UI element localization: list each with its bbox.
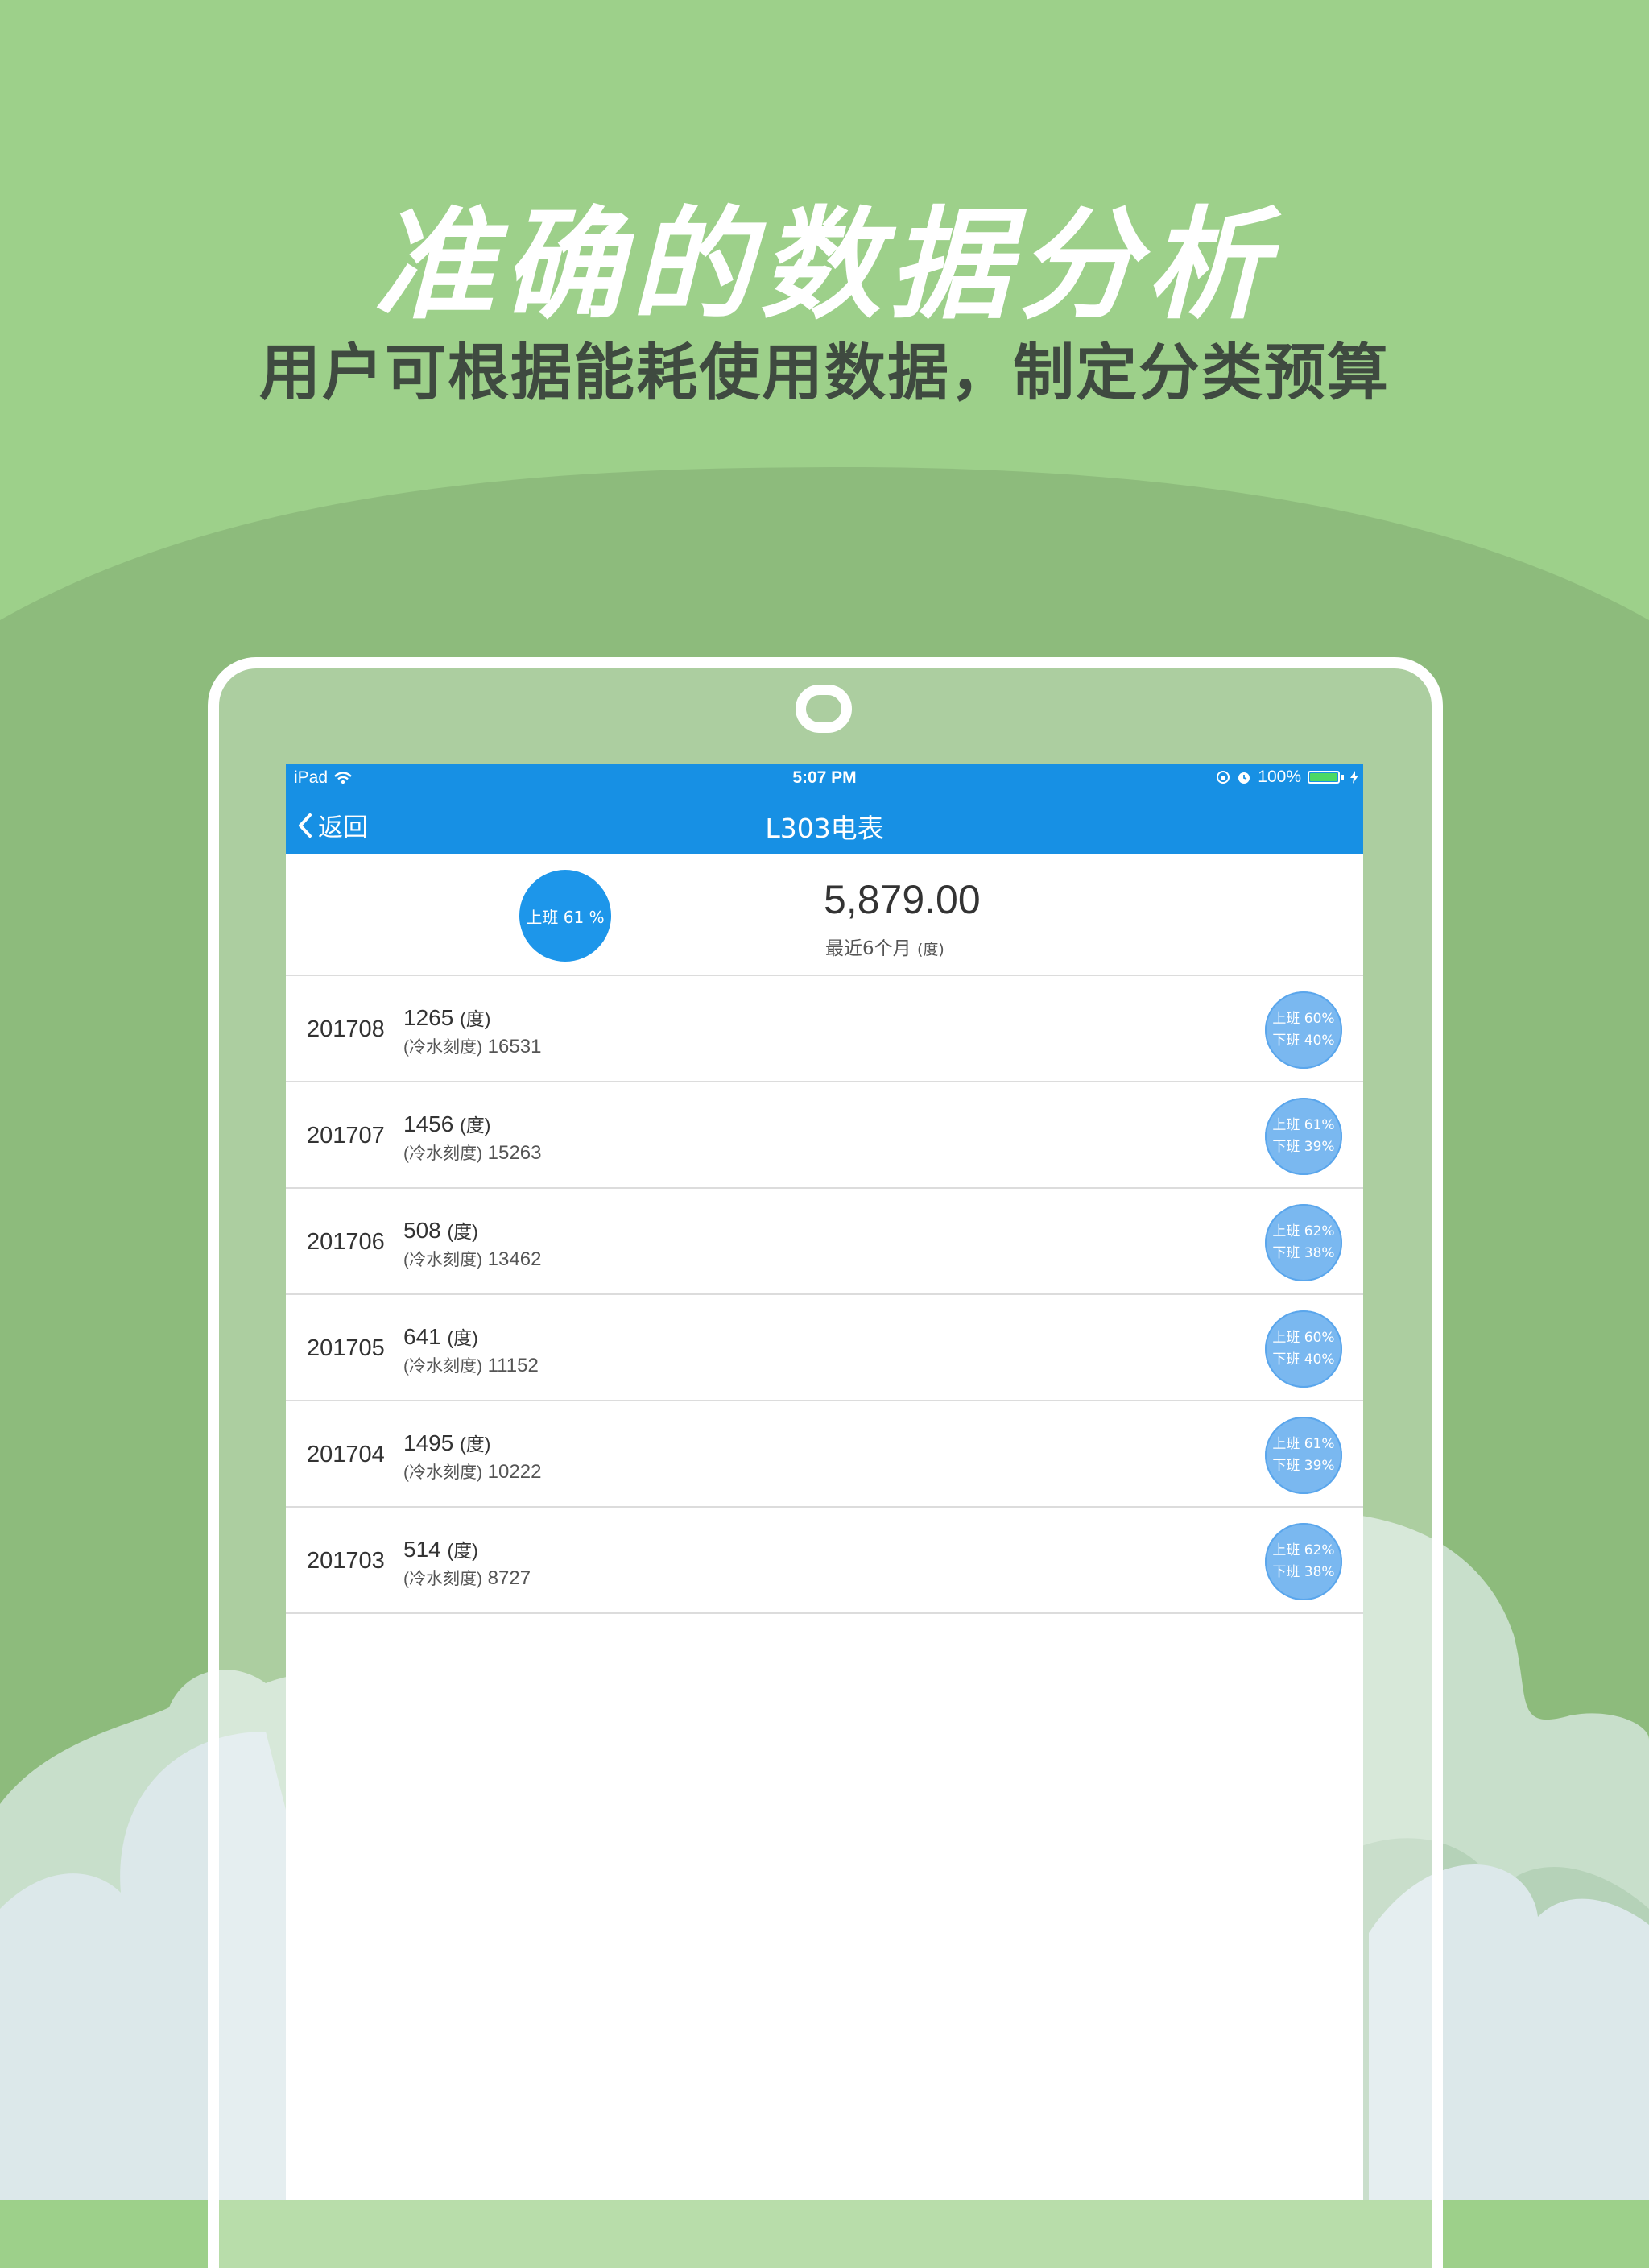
- record-reading-label: (冷水刻度): [403, 1570, 482, 1588]
- record-reading-label: (冷水刻度): [403, 1144, 482, 1163]
- list-item[interactable]: 201704 1495 (度) (冷水刻度) 10222 上班 61% 下班 39%: [286, 1401, 1363, 1508]
- record-usage: 641 (度): [403, 1322, 478, 1350]
- record-usage-unit: (度): [447, 1221, 478, 1242]
- summary-pie: 上班 61 %: [519, 870, 611, 962]
- record-ratio-pie: 上班 62% 下班 38%: [1265, 1204, 1342, 1281]
- record-off-duty: 下班 39%: [1272, 1139, 1335, 1155]
- record-off-duty: 下班 40%: [1272, 1033, 1335, 1049]
- record-off-duty: 下班 40%: [1272, 1351, 1335, 1368]
- list-item[interactable]: 201707 1456 (度) (冷水刻度) 15263 上班 61% 下班 39%: [286, 1082, 1363, 1189]
- record-usage-unit: (度): [447, 1327, 478, 1348]
- status-time: 5:07 PM: [792, 768, 857, 787]
- record-off-duty: 下班 38%: [1272, 1564, 1335, 1580]
- record-on-duty: 上班 60%: [1272, 1330, 1335, 1346]
- record-usage-value: 641: [403, 1324, 441, 1349]
- record-reading: (冷水刻度) 16531: [403, 1034, 541, 1058]
- record-reading-value: 8727: [487, 1567, 531, 1589]
- record-off-duty: 下班 39%: [1272, 1458, 1335, 1474]
- record-off-duty: 下班 38%: [1272, 1245, 1335, 1261]
- list-item[interactable]: 201706 508 (度) (冷水刻度) 13462 上班 62% 下班 38%: [286, 1189, 1363, 1295]
- battery-fill: [1310, 773, 1337, 781]
- record-usage-value: 514: [403, 1537, 441, 1562]
- record-ratio-pie: 上班 60% 下班 40%: [1265, 991, 1342, 1069]
- record-usage: 1495 (度): [403, 1429, 490, 1456]
- record-usage-value: 508: [403, 1218, 441, 1243]
- record-month: 201704: [307, 1442, 385, 1467]
- record-reading: (冷水刻度) 10222: [403, 1459, 541, 1484]
- record-usage-value: 1456: [403, 1111, 454, 1136]
- summary-caption-text: 最近6个月: [825, 938, 911, 959]
- record-on-duty: 上班 61%: [1272, 1436, 1335, 1452]
- charging-icon: [1350, 771, 1358, 784]
- record-usage-value: 1265: [403, 1005, 454, 1030]
- hero-title: 准确的数据分析: [373, 196, 1275, 336]
- status-right: 100%: [1216, 768, 1358, 787]
- battery-percent: 100%: [1258, 768, 1301, 786]
- record-reading: (冷水刻度) 15263: [403, 1140, 541, 1165]
- record-month: 201705: [307, 1335, 385, 1361]
- record-reading-label: (冷水刻度): [403, 1038, 482, 1057]
- summary-caption: 最近6个月 (度): [825, 933, 944, 960]
- summary-panel: 上班 61 % 5,879.00 最近6个月 (度): [286, 854, 1363, 976]
- record-usage: 1265 (度): [403, 1004, 490, 1031]
- record-usage-unit: (度): [460, 1008, 491, 1029]
- record-reading: (冷水刻度) 13462: [403, 1247, 541, 1271]
- record-ratio-pie: 上班 61% 下班 39%: [1265, 1098, 1342, 1175]
- record-month: 201708: [307, 1016, 385, 1042]
- record-month: 201707: [307, 1123, 385, 1148]
- record-on-duty: 上班 60%: [1272, 1011, 1335, 1027]
- record-ratio-pie: 上班 61% 下班 39%: [1265, 1417, 1342, 1494]
- record-on-duty: 上班 62%: [1272, 1223, 1335, 1240]
- record-reading-value: 11152: [487, 1355, 539, 1376]
- list-item[interactable]: 201703 514 (度) (冷水刻度) 8727 上班 62% 下班 38%: [286, 1508, 1363, 1614]
- hero-subtitle: 用户可根据能耗使用数据，制定分类预算: [259, 337, 1390, 408]
- battery-tip: [1341, 774, 1344, 780]
- record-reading-label: (冷水刻度): [403, 1463, 482, 1482]
- record-reading-value: 16531: [487, 1036, 542, 1057]
- record-reading: (冷水刻度) 11152: [403, 1353, 539, 1377]
- nav-bar: 返回 L303电表: [286, 793, 1363, 854]
- record-month: 201703: [307, 1548, 385, 1574]
- record-reading-value: 10222: [487, 1461, 542, 1483]
- record-usage: 514 (度): [403, 1535, 478, 1562]
- rotation-lock-icon: [1217, 771, 1230, 784]
- summary-total: 5,879.00: [824, 877, 981, 922]
- record-reading: (冷水刻度) 8727: [403, 1566, 531, 1590]
- record-list: 201708 1265 (度) (冷水刻度) 16531 上班 60% 下班 40% 20…: [286, 976, 1363, 1614]
- list-item[interactable]: 201705 641 (度) (冷水刻度) 11152 上班 60% 下班 40%: [286, 1295, 1363, 1401]
- record-usage-unit: (度): [460, 1434, 491, 1455]
- status-bar: iPad 5:07 PM 100%: [286, 764, 1363, 793]
- record-usage: 1456 (度): [403, 1110, 490, 1137]
- record-on-duty: 上班 62%: [1272, 1542, 1335, 1558]
- record-usage: 508 (度): [403, 1216, 478, 1244]
- record-ratio-pie: 上班 62% 下班 38%: [1265, 1523, 1342, 1600]
- record-reading-label: (冷水刻度): [403, 1251, 482, 1269]
- record-usage-value: 1495: [403, 1430, 454, 1455]
- alarm-icon: [1238, 772, 1250, 784]
- record-ratio-pie: 上班 60% 下班 40%: [1265, 1310, 1342, 1388]
- record-reading-value: 13462: [487, 1248, 542, 1270]
- app-screen: iPad 5:07 PM 100% 返回 L303电表 上班 61 % 5,87…: [286, 764, 1363, 2200]
- battery-icon: [1308, 771, 1340, 784]
- record-month: 201706: [307, 1229, 385, 1255]
- record-on-duty: 上班 61%: [1272, 1117, 1335, 1133]
- page-title: L303电表: [765, 813, 884, 844]
- record-reading-label: (冷水刻度): [403, 1357, 482, 1376]
- summary-caption-unit: (度): [916, 941, 944, 958]
- record-reading-value: 15263: [487, 1142, 542, 1164]
- tablet-camera: [796, 685, 852, 733]
- record-usage-unit: (度): [460, 1115, 491, 1136]
- list-item[interactable]: 201708 1265 (度) (冷水刻度) 16531 上班 60% 下班 40%: [286, 976, 1363, 1082]
- record-usage-unit: (度): [447, 1540, 478, 1561]
